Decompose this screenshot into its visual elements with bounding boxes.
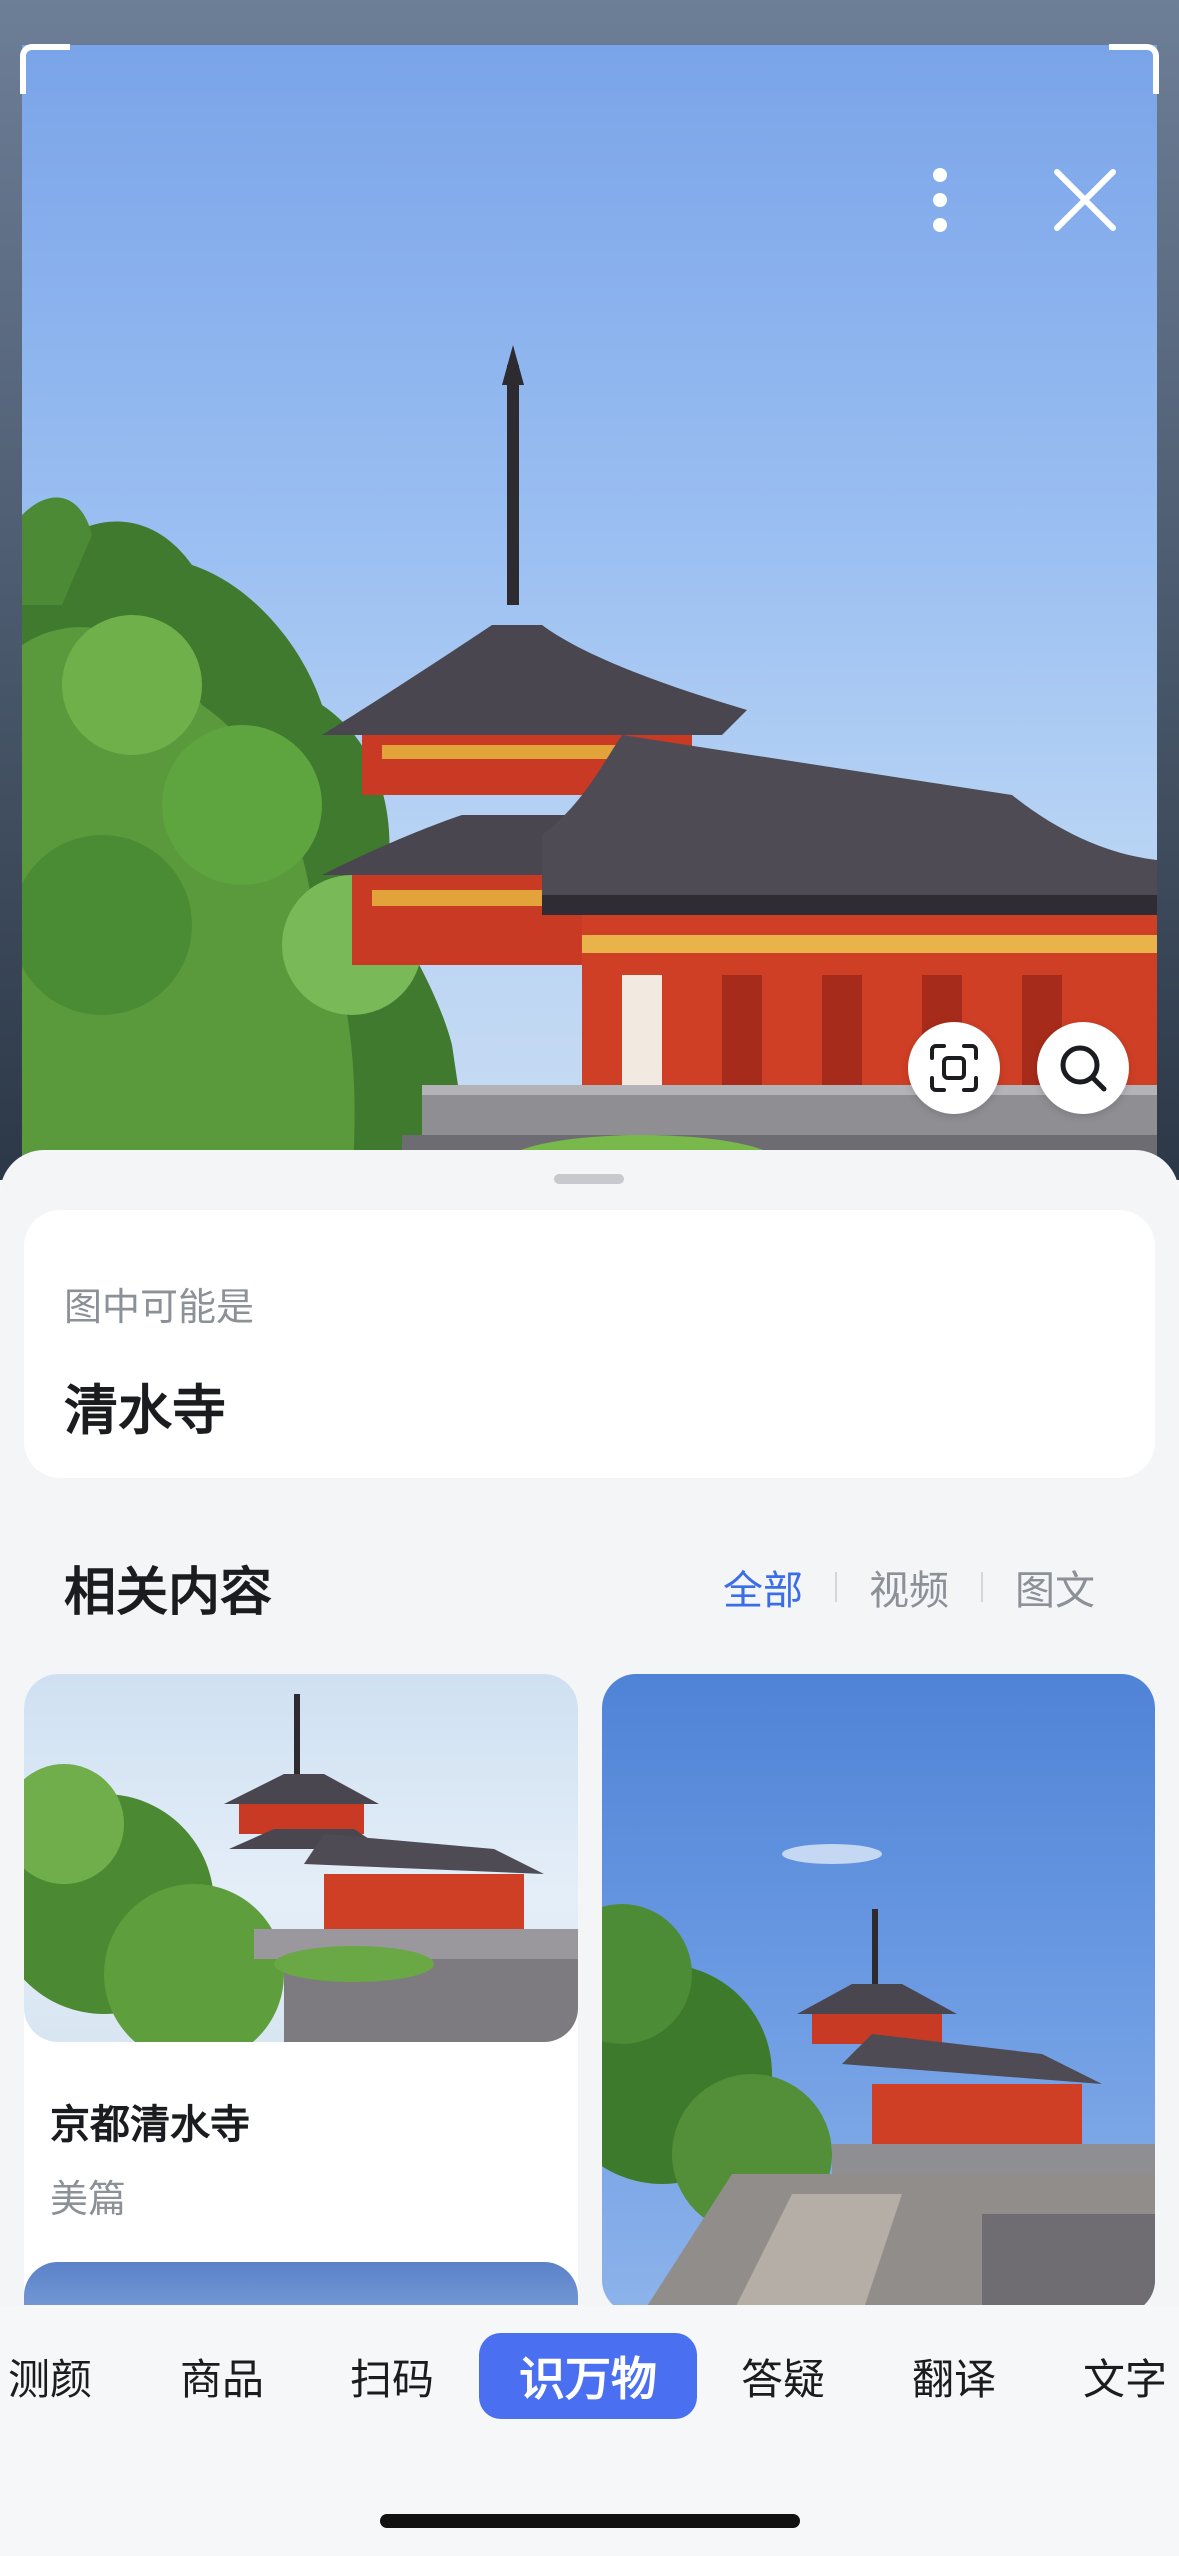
related-card-next[interactable]: [24, 2262, 578, 2310]
filter-tab-all[interactable]: 全部: [723, 1558, 803, 1616]
visual-search-screen: 图中可能是 清水寺 相关内容 全部 视频 图文 京都清水寺 美篇 测颜 商品 扫…: [0, 0, 1179, 2556]
related-card-image: [602, 1844, 1155, 2310]
result-hint: 图中可能是: [64, 1285, 255, 1329]
related-card[interactable]: 京都清水寺 美篇: [24, 1674, 578, 2310]
results-sheet[interactable]: 图中可能是 清水寺 相关内容 全部 视频 图文 京都清水寺 美篇: [0, 1150, 1179, 2310]
related-filter-tabs: 全部 视频 图文: [723, 1558, 1095, 1616]
search-button[interactable]: [1037, 1022, 1129, 1114]
crop-scan-icon: [930, 1044, 978, 1092]
mode-tab-scan[interactable]: 扫码: [342, 2333, 442, 2419]
captured-photo: [22, 45, 1157, 1180]
frame-corner-top-left: [20, 44, 70, 94]
sheet-drag-handle[interactable]: [554, 1174, 624, 1184]
related-card-video[interactable]: [602, 1674, 1155, 2310]
temple-photo-illustration: [22, 345, 1157, 1180]
result-title: 清水寺: [64, 1379, 226, 1442]
crop-scan-button[interactable]: [908, 1022, 1000, 1114]
search-icon: [1060, 1045, 1107, 1092]
mode-tab-text[interactable]: 文字: [1075, 2333, 1175, 2419]
home-indicator[interactable]: [380, 2514, 800, 2528]
frame-corner-top-right: [1109, 44, 1159, 94]
mode-tab-product[interactable]: 商品: [172, 2333, 272, 2419]
related-card-title: 京都清水寺: [50, 2102, 250, 2148]
related-card-source: 美篇: [50, 2177, 127, 2221]
related-card-thumbnail: [24, 1674, 578, 2042]
related-section-title: 相关内容: [64, 1563, 273, 1623]
mode-tab-translate[interactable]: 翻译: [904, 2333, 1004, 2419]
mode-tab-qa[interactable]: 答疑: [733, 2333, 833, 2419]
more-vertical-icon[interactable]: [900, 160, 980, 240]
mode-tab-face[interactable]: 测颜: [0, 2333, 100, 2419]
filter-tab-article[interactable]: 图文: [1015, 1558, 1095, 1616]
mode-tab-identify[interactable]: 识万物: [479, 2333, 697, 2419]
close-icon[interactable]: [1040, 155, 1130, 245]
filter-divider: [835, 1572, 837, 1602]
filter-divider: [981, 1572, 983, 1602]
filter-tab-video[interactable]: 视频: [869, 1558, 949, 1616]
